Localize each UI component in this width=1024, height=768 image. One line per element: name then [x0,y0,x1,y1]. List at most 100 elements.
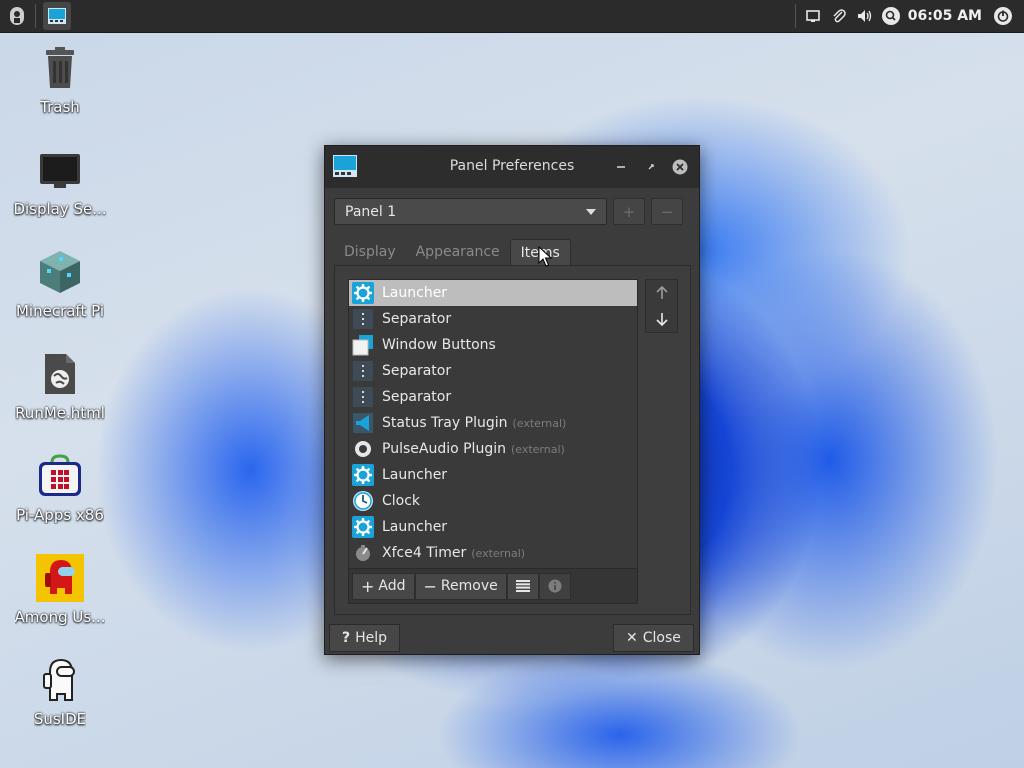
top-panel: 06:05 AM [0,0,1024,33]
move-buttons [645,279,678,333]
monitor-icon [36,146,84,194]
megaphone-icon [352,412,374,434]
clock-icon [352,490,374,512]
desktop-icon-label: SusIDE [33,710,87,728]
panel-select-value: Panel 1 [345,203,397,220]
suside-icon [36,656,84,704]
desktop-icon-among-us[interactable]: Among Us... [4,554,116,646]
item-name: Xfce4 Timer [382,545,467,561]
timer-icon [352,542,374,564]
launcher-gear-icon [352,516,374,538]
item-name: Launcher [382,519,448,535]
trash-icon [36,44,84,92]
tab-display[interactable]: Display [334,239,406,266]
display-icon[interactable] [800,3,826,29]
desktop-icon-label: Minecraft Pi [15,302,104,320]
volume-icon[interactable] [852,3,878,29]
arrow-up-icon [655,286,668,299]
panel-preferences-dialog: Panel Preferences Panel 1 + − Display Ap… [324,145,700,655]
chevron-down-icon [586,209,596,215]
close-window-button[interactable] [670,157,690,177]
list-icon [515,580,530,592]
list-item[interactable]: Xfce4 Timer (external) [349,540,637,566]
desktop-icon-runme-html[interactable]: RunMe.html [4,350,116,442]
help-icon: ? [342,630,351,646]
paperclip-icon[interactable] [826,3,852,29]
launcher-gear-icon [352,282,374,304]
dialog-titlebar[interactable]: Panel Preferences [325,146,699,188]
remove-panel-button[interactable]: − [651,198,683,225]
tab-bar: Display Appearance Items [334,239,571,266]
item-external-tag: (external) [471,546,526,560]
desktop-icon-pi-apps[interactable]: Pi-Apps x86 [4,452,116,544]
close-label: Close [642,630,681,646]
panel-selector-row: Panel 1 + − [334,198,683,225]
add-item-label: Add [378,578,406,594]
remove-item-button[interactable]: − Remove [414,572,507,600]
window-buttons-icon [352,334,374,356]
list-item[interactable]: Window Buttons [349,332,637,358]
desktop-icon-label: Pi-Apps x86 [16,506,104,524]
help-button[interactable]: ? Help [329,624,401,652]
minecraft-icon [36,248,84,296]
separator-icon [352,386,374,408]
move-down-button[interactable] [646,306,677,332]
panel-select[interactable]: Panel 1 [334,198,607,225]
item-external-tag: (external) [510,442,565,456]
info-icon [548,579,562,593]
panel-separator [35,4,36,28]
add-panel-button[interactable]: + [613,198,645,225]
window-button-panel-preferences[interactable] [43,2,71,30]
among-us-icon [36,554,84,602]
item-name: Separator [382,311,452,327]
desktop-icon-minecraft-pi[interactable]: Minecraft Pi [4,248,116,340]
launcher-gear-icon [352,464,374,486]
desktop-icon-trash[interactable]: Trash [4,44,116,136]
search-icon[interactable] [878,3,904,29]
list-item[interactable]: Clock [349,488,637,514]
list-item[interactable]: Launcher [349,280,637,306]
close-button[interactable]: ✕ Close [613,624,694,652]
item-properties-button[interactable] [506,572,539,600]
separator-icon [352,360,374,382]
move-up-button[interactable] [646,280,677,306]
html-file-icon [36,350,84,398]
tab-appearance[interactable]: Appearance [406,239,510,266]
list-item[interactable]: Launcher [349,462,637,488]
pi-apps-icon [36,452,84,500]
item-name: Launcher [382,285,448,301]
remove-item-label: Remove [440,578,498,594]
add-item-button[interactable]: + Add [352,572,415,600]
item-external-tag: (external) [512,416,567,430]
power-icon[interactable] [990,3,1016,29]
desktop-icon-suside[interactable]: SusIDE [4,656,116,748]
list-item[interactable]: Separator [349,384,637,410]
items-toolbar: + Add − Remove [348,569,638,604]
item-name: Status Tray Plugin [382,415,508,431]
item-name: Clock [382,493,421,509]
list-item[interactable]: Separator [349,358,637,384]
panel-items-list[interactable]: Launcher Separator Window Buttons Separa… [348,279,638,569]
item-name: PulseAudio Plugin [382,441,506,457]
list-item[interactable]: PulseAudio Plugin (external) [349,436,637,462]
plus-icon: + [361,576,375,596]
panel-clock[interactable]: 06:05 AM [908,8,982,24]
arrow-down-icon [655,313,668,326]
desktop-icon-label: RunMe.html [15,404,105,422]
desktop-icon-display-settings[interactable]: Display Se... [4,146,116,238]
minimize-button[interactable] [611,157,631,177]
item-name: Separator [382,363,452,379]
maximize-button[interactable] [641,157,661,177]
list-item[interactable]: Separator [349,306,637,332]
list-item[interactable]: Launcher [349,514,637,540]
desktop-icon-label: Trash [40,98,80,116]
app-menu-button[interactable] [3,2,31,30]
item-about-button[interactable] [538,572,571,600]
speaker-icon [352,438,374,460]
item-name: Launcher [382,467,448,483]
item-name: Window Buttons [382,337,496,353]
help-label: Help [355,630,388,646]
list-item[interactable]: Status Tray Plugin (external) [349,410,637,436]
desktop-icon-label: Display Se... [13,200,107,218]
mouse-cursor-icon [538,246,552,267]
